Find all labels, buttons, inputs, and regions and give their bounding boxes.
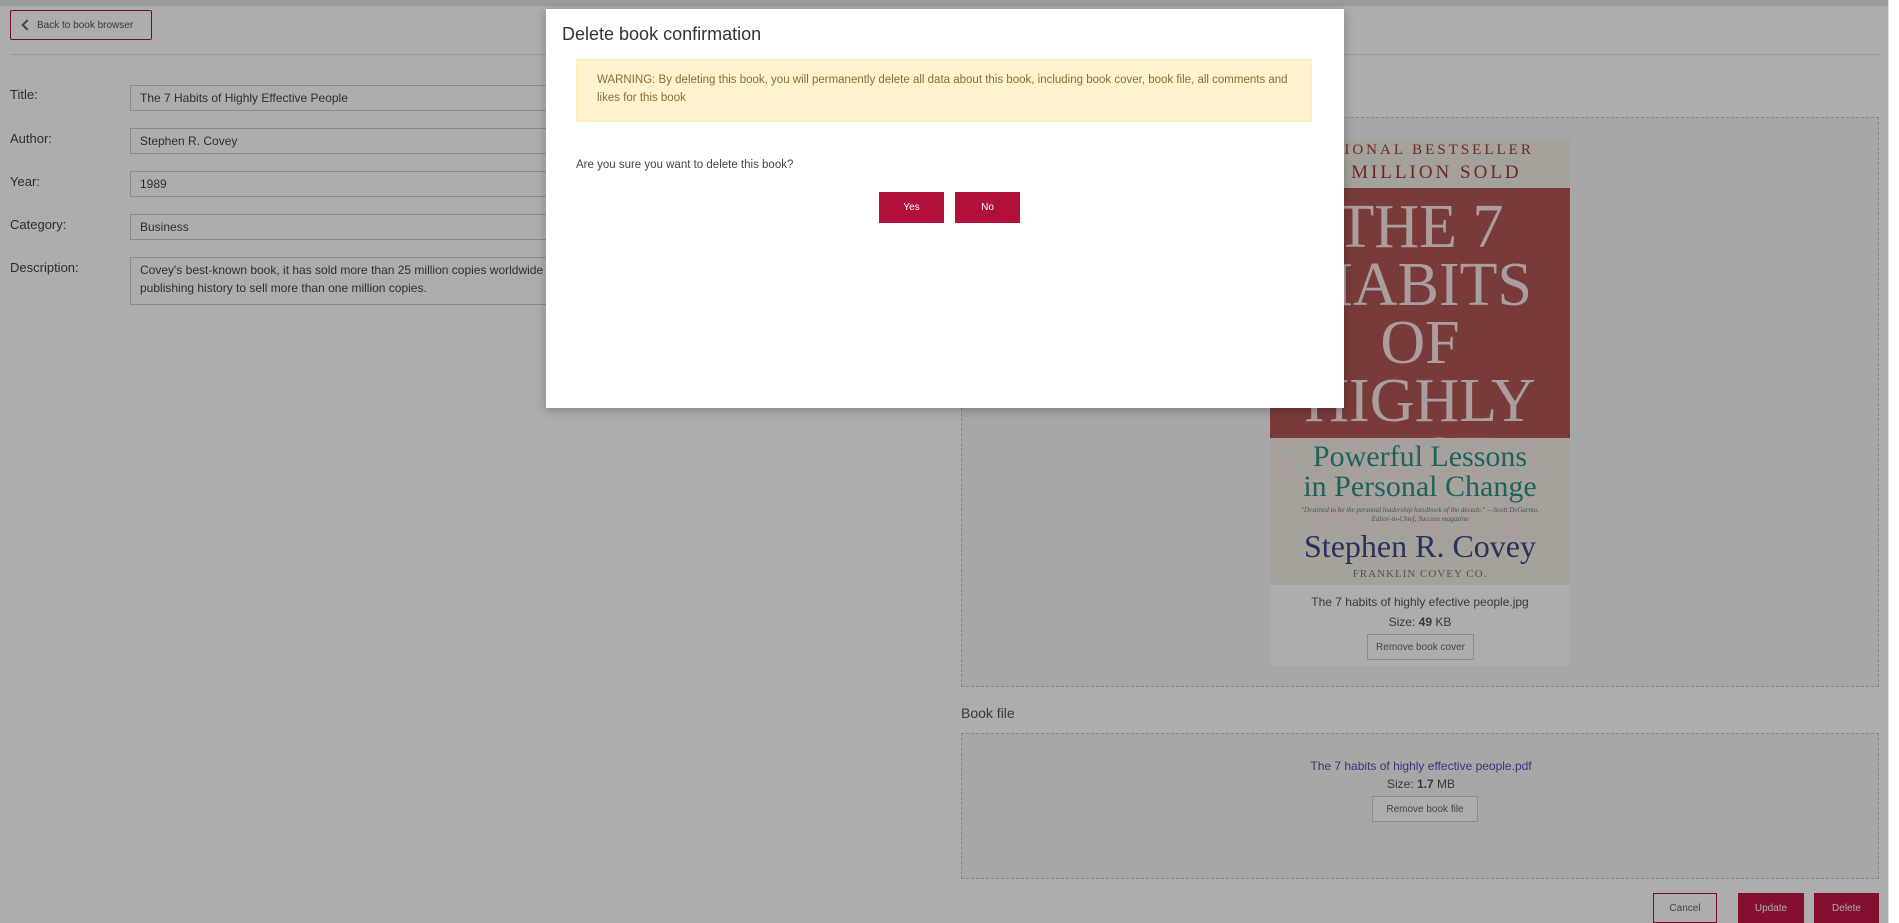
delete-confirmation-dialog: Delete book confirmation WARNING: By del…	[546, 9, 1344, 408]
page-scrollbar[interactable]	[1888, 0, 1899, 923]
dialog-title: Delete book confirmation	[562, 24, 762, 44]
warning-alert: WARNING: By deleting this book, you will…	[576, 59, 1312, 122]
confirm-no-button[interactable]: No	[955, 192, 1020, 223]
confirm-yes-button[interactable]: Yes	[879, 192, 944, 223]
confirmation-question: Are you sure you want to delete this boo…	[576, 159, 794, 171]
